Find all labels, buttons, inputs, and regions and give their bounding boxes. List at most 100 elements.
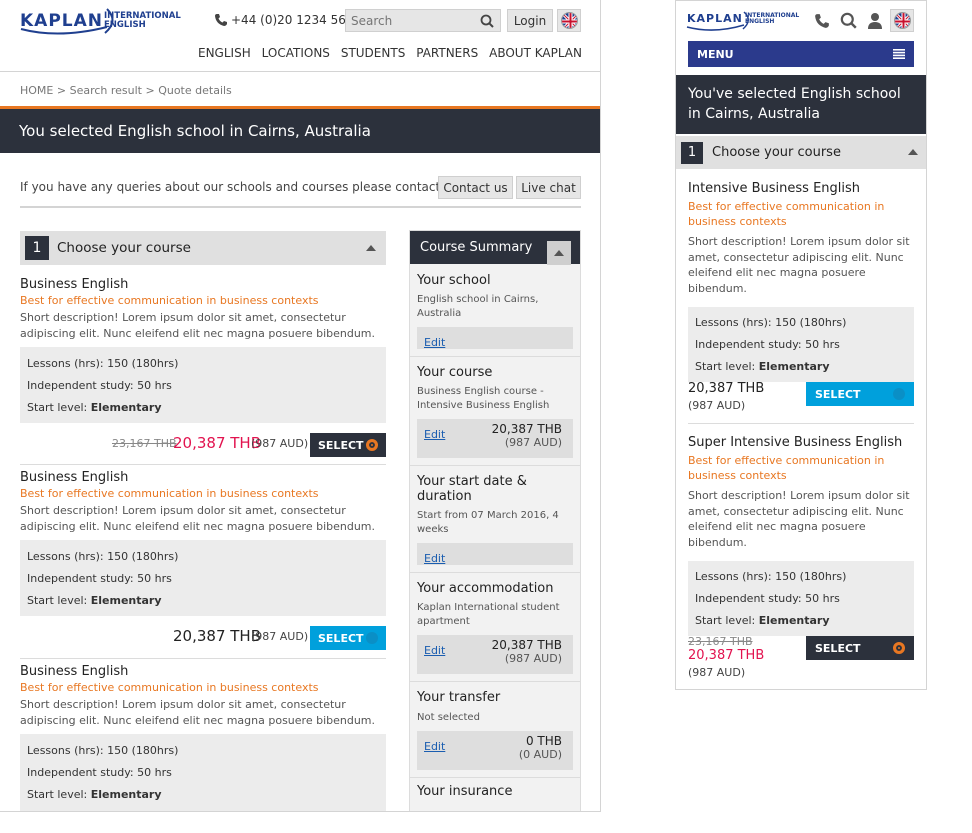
step-header[interactable]: 1 Choose your course [676, 136, 926, 169]
contact-text: If you have any queries about our school… [20, 180, 458, 194]
course-name: Super Intensive Business English [688, 435, 903, 450]
course-card: Business English Best for effective comm… [20, 664, 386, 811]
collapse-icon[interactable] [908, 149, 918, 155]
course-name: Intensive Business English [688, 181, 861, 196]
course-name: Business English [20, 470, 129, 485]
summary-value: Not selected [417, 712, 480, 723]
logo-wordmark: KAPLAN [687, 12, 743, 25]
menu-button[interactable]: MENU [688, 41, 914, 67]
summary-date: Your start date & duration Start from 07… [410, 466, 580, 573]
course-name: Business English [20, 664, 129, 679]
search-box[interactable] [345, 9, 501, 32]
course-description: Short description! Lorem ipsum dolor sit… [20, 698, 376, 727]
hamburger-icon [893, 49, 905, 59]
search-icon[interactable] [840, 12, 857, 29]
desktop-view: KAPLAN INTERNATIONAL ENGLISH +44 (0)20 1… [0, 0, 601, 812]
summary-price: 20,387 THB [491, 638, 562, 652]
divider [688, 423, 914, 424]
summary-heading: Your transfer [417, 690, 501, 705]
login-button[interactable]: Login [507, 9, 553, 32]
edit-link[interactable]: Edit [424, 552, 445, 565]
course-description: Short description! Lorem ipsum dolor sit… [20, 311, 376, 340]
contact-us-button[interactable]: Contact us [438, 176, 513, 199]
course-details: Lessons (hrs): 150 (180hrs) Independent … [20, 734, 386, 811]
nav-about-kaplan[interactable]: ABOUT KAPLAN [489, 46, 582, 60]
logo-subtitle: INTERNATIONAL ENGLISH [745, 12, 800, 26]
collapse-icon [554, 250, 564, 256]
course-tagline: Best for effective communication in busi… [688, 454, 885, 482]
kaplan-logo[interactable]: KAPLAN INTERNATIONAL ENGLISH [686, 9, 801, 31]
select-button[interactable]: SELECT [806, 382, 914, 406]
radio-selected-icon [366, 439, 378, 451]
main-nav: ENGLISH LOCATIONS STUDENTS PARTNERS ABOU… [198, 46, 582, 60]
nav-english[interactable]: ENGLISH [198, 46, 251, 60]
summary-price: 0 THB [525, 734, 562, 748]
summary-heading: Your start date & duration [417, 474, 527, 504]
phone-number: +44 (0)20 1234 5678 [231, 13, 362, 27]
collapse-icon[interactable] [366, 245, 376, 251]
phone-contact[interactable]: +44 (0)20 1234 5678 [214, 13, 361, 27]
header-divider [0, 71, 600, 72]
course-tagline: Best for effective communication in busi… [688, 200, 885, 228]
select-button[interactable]: SELECT [310, 433, 386, 457]
course-description: Short description! Lorem ipsum dolor sit… [688, 235, 910, 295]
course-card: Super Intensive Business English Best fo… [688, 435, 914, 636]
select-button[interactable]: SELECT [806, 636, 914, 660]
course-name: Business English [20, 277, 129, 292]
language-switch[interactable] [557, 9, 581, 32]
summary-collapse-button[interactable] [547, 241, 571, 265]
phone-icon[interactable] [814, 13, 830, 29]
summary-transfer: Your transfer Not selected Edit 0 THB (0… [410, 682, 580, 778]
course-price-aud: (987 AUD) [251, 437, 309, 450]
search-input[interactable] [346, 10, 474, 32]
divider [20, 658, 386, 659]
summary-heading: Your accommodation [417, 581, 554, 596]
user-icon[interactable] [867, 12, 883, 29]
step-title: Choose your course [712, 145, 841, 160]
course-price-aud: (987 AUD) [688, 399, 746, 412]
course-description: Short description! Lorem ipsum dolor sit… [688, 489, 910, 549]
live-chat-button[interactable]: Live chat [516, 176, 581, 199]
course-tagline: Best for effective communication in busi… [20, 487, 319, 500]
course-price-aud: (987 AUD) [688, 666, 746, 679]
course-details: Lessons (hrs): 150 (180hrs) Independent … [688, 307, 914, 382]
page-title: You've selected English school in Cairns… [676, 75, 926, 134]
summary-insurance: Your insurance [410, 778, 580, 805]
summary-heading: Your course [417, 365, 493, 380]
step-header[interactable]: 1 Choose your course [20, 231, 386, 265]
nav-students[interactable]: STUDENTS [341, 46, 405, 60]
summary-price: 20,387 THB [491, 422, 562, 436]
phone-icon [215, 14, 227, 26]
course-card: Business English Best for effective comm… [20, 277, 386, 423]
select-button[interactable]: SELECT [310, 626, 386, 650]
nav-partners[interactable]: PARTNERS [416, 46, 478, 60]
radio-unselected-icon [366, 632, 378, 644]
uk-flag-icon [893, 12, 911, 29]
course-tagline: Best for effective communication in busi… [20, 294, 319, 307]
summary-value: English school in Cairns, Australia [417, 294, 539, 319]
search-icon[interactable] [480, 14, 494, 28]
course-summary: Course Summary Your school English schoo… [409, 230, 581, 811]
page-title: You selected English school in Cairns, A… [0, 109, 600, 153]
summary-price-aud: (0 AUD) [518, 748, 562, 761]
edit-link[interactable]: Edit [424, 644, 445, 657]
kaplan-logo[interactable]: KAPLAN INTERNATIONAL ENGLISH [19, 6, 181, 36]
course-card: Intensive Business English Best for effe… [688, 181, 914, 382]
edit-link[interactable]: Edit [424, 740, 445, 753]
nav-locations[interactable]: LOCATIONS [262, 46, 330, 60]
language-switch[interactable] [890, 9, 914, 32]
summary-value: Business English course - Intensive Busi… [417, 386, 550, 411]
breadcrumb[interactable]: HOME > Search result > Quote details [20, 84, 232, 97]
step-number: 1 [681, 141, 703, 164]
summary-value: Start from 07 March 2016, 4 weeks [417, 510, 559, 535]
section-divider [20, 206, 581, 208]
edit-link[interactable]: Edit [424, 336, 445, 349]
edit-link[interactable]: Edit [424, 428, 445, 441]
summary-value: Kaplan International student apartment [417, 602, 560, 627]
course-price: 20,387 THB [173, 627, 261, 645]
course-price: 20,387 THB [688, 381, 765, 396]
course-details: Lessons (hrs): 150 (180hrs) Independent … [688, 561, 914, 636]
old-price: 23,167 THB [688, 635, 753, 648]
course-price: 20,387 THB [688, 648, 765, 663]
summary-price-aud: (987 AUD) [504, 652, 562, 665]
